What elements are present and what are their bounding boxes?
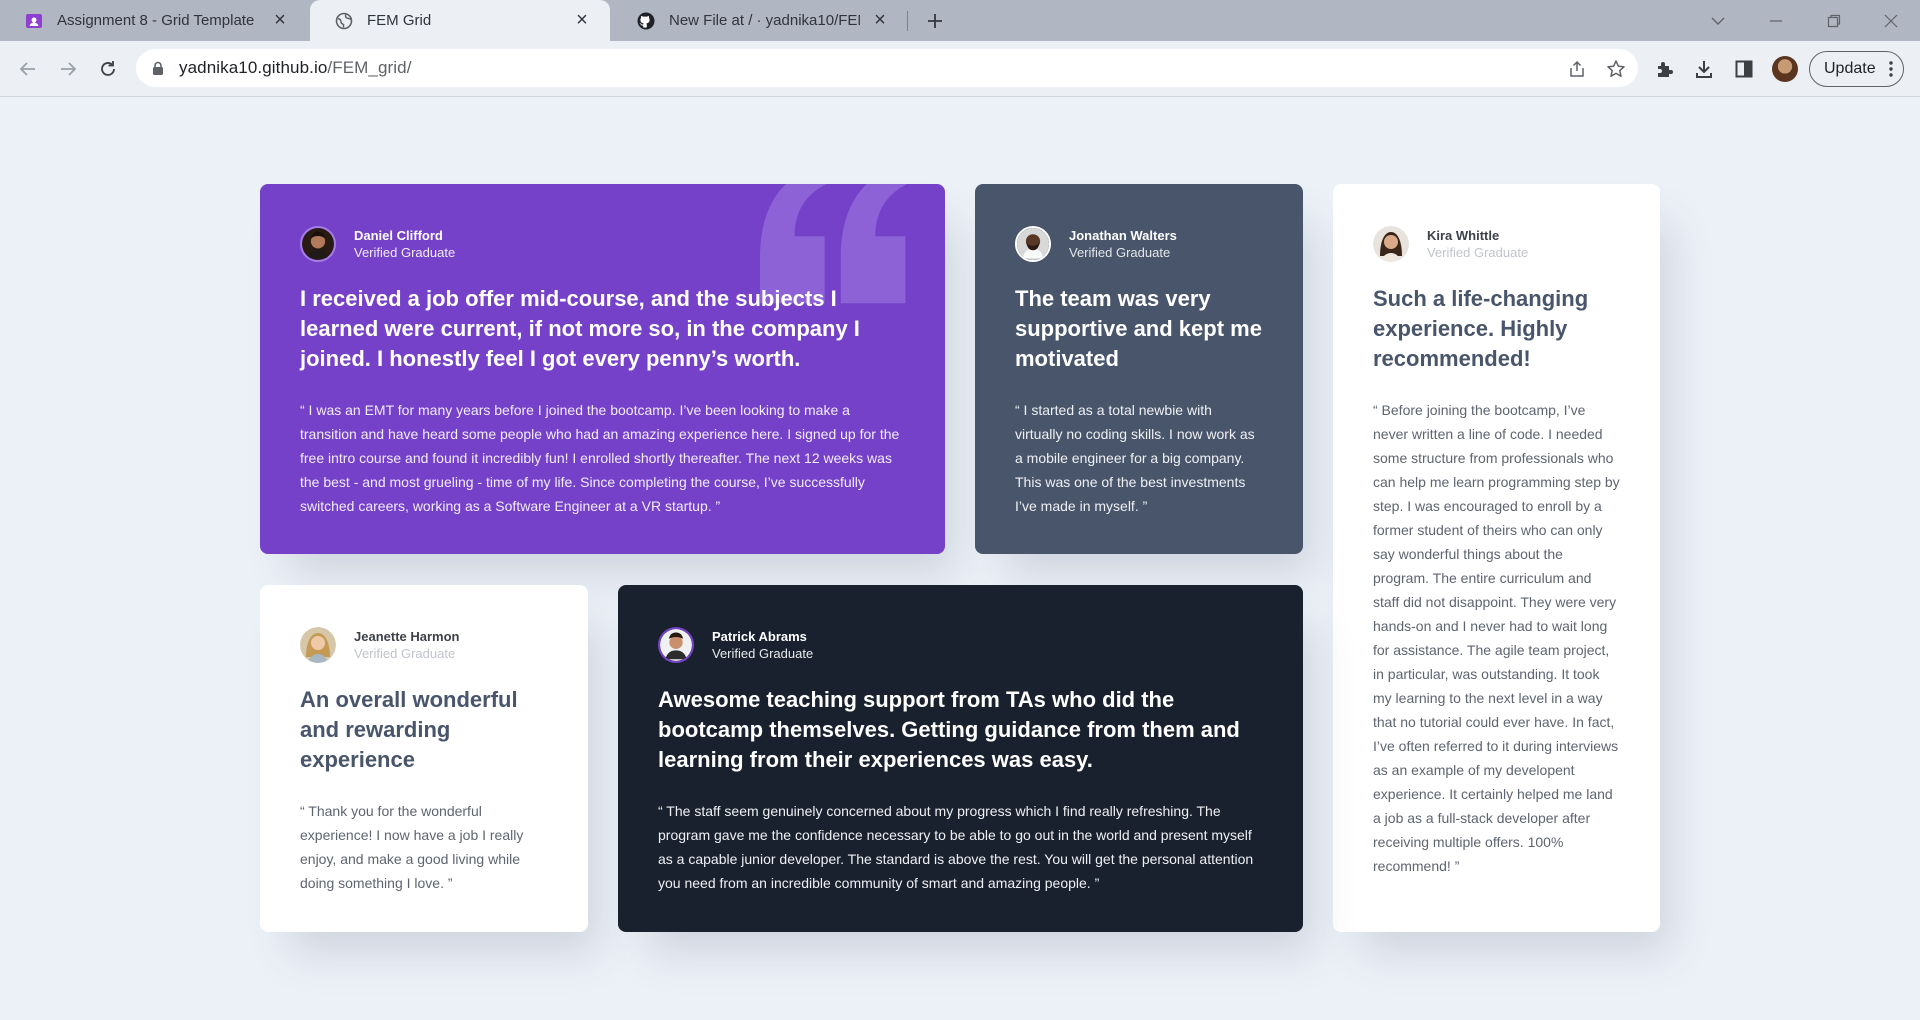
reload-button[interactable]: [93, 54, 123, 84]
testimonial-card-patrick: Patrick Abrams Verified Graduate Awesome…: [618, 585, 1303, 932]
close-icon: [1884, 14, 1898, 27]
testimonial-card-jeanette: Jeanette Harmon Verified Graduate An ove…: [260, 585, 588, 932]
testimonial-headline: I received a job offer mid-course, and t…: [300, 286, 860, 371]
avatar: [658, 627, 694, 663]
author-role: Verified Graduate: [712, 646, 814, 661]
chevron-down-icon: [1711, 17, 1725, 25]
profile-avatar[interactable]: [1772, 56, 1798, 82]
author-name: Jeanette Harmon: [354, 629, 460, 644]
back-button[interactable]: [13, 54, 43, 84]
tab-separator: [907, 11, 908, 31]
testimonial-quote: “ Thank you for the wonderful experience…: [300, 803, 524, 891]
tab-strip: Assignment 8 - Grid Template × FEM Grid …: [0, 0, 1920, 41]
forward-button[interactable]: [53, 54, 83, 84]
testimonial-headline: The team was very supportive and kept me…: [1015, 286, 1262, 371]
author-name: Patrick Abrams: [712, 629, 807, 644]
update-label: Update: [1824, 60, 1876, 77]
reload-icon: [101, 61, 115, 76]
tab-fem-grid[interactable]: FEM Grid ×: [310, 0, 610, 41]
testimonial-quote: “ I was an EMT for many years before I j…: [300, 402, 900, 514]
close-icon[interactable]: ×: [870, 9, 890, 31]
testimonial-card-daniel: Daniel Clifford Verified Graduate I rece…: [260, 184, 945, 554]
author: Daniel Clifford Verified Graduate: [300, 226, 905, 262]
avatar: [1015, 226, 1051, 262]
author: Patrick Abrams Verified Graduate: [658, 627, 1263, 663]
close-icon[interactable]: ×: [572, 9, 592, 31]
minimize-button[interactable]: [1753, 0, 1799, 41]
author-name: Jonathan Walters: [1069, 228, 1177, 243]
minimize-icon: [1770, 19, 1782, 22]
testimonial-headline: An overall wonderful and rewarding exper…: [300, 687, 518, 772]
share-icon[interactable]: [1566, 58, 1588, 80]
bookmark-star-icon[interactable]: [1605, 58, 1627, 80]
author-name: Kira Whittle: [1427, 228, 1500, 243]
download-icon[interactable]: [1692, 57, 1716, 81]
new-tab-button[interactable]: [922, 8, 948, 34]
testimonial-card-jonathan: Jonathan Walters Verified Graduate The t…: [975, 184, 1303, 554]
extensions-icon[interactable]: [1653, 57, 1677, 81]
testimonials-page: Daniel Clifford Verified Graduate I rece…: [0, 97, 1920, 1020]
testimonial-headline: Awesome teaching support from TAs who di…: [658, 687, 1240, 772]
author: Jeanette Harmon Verified Graduate: [300, 627, 548, 663]
globe-icon: [334, 11, 354, 31]
tab-assignment[interactable]: Assignment 8 - Grid Template ×: [0, 0, 308, 41]
testimonial-quote: “ I started as a total newbie with virtu…: [1015, 402, 1255, 514]
tab-title: New File at / · yadnika10/FEM_grid: [669, 12, 860, 29]
tab-title: Assignment 8 - Grid Template: [57, 12, 255, 29]
restore-icon: [1827, 14, 1841, 27]
browser-toolbar: yadnika10.github.io/FEM_grid/ Update: [0, 41, 1920, 97]
testimonial-quote: “ Before joining the bootcamp, I’ve neve…: [1373, 402, 1620, 874]
update-button[interactable]: Update: [1809, 51, 1904, 87]
side-panel-icon[interactable]: [1732, 57, 1756, 81]
arrow-left-icon: [19, 62, 35, 76]
avatar: [1373, 226, 1409, 262]
author-role: Verified Graduate: [1427, 245, 1529, 260]
author: Kira Whittle Verified Graduate: [1373, 226, 1620, 262]
arrow-right-icon: [61, 62, 77, 76]
testimonial-quote: “ The staff seem genuinely concerned abo…: [658, 803, 1254, 891]
plus-icon: [928, 14, 942, 28]
avatar: [300, 627, 336, 663]
author-role: Verified Graduate: [1069, 245, 1171, 260]
address-bar[interactable]: yadnika10.github.io/FEM_grid/: [136, 49, 1638, 87]
tab-title: FEM Grid: [367, 12, 432, 29]
author: Jonathan Walters Verified Graduate: [1015, 226, 1263, 262]
url-text: yadnika10.github.io/FEM_grid/: [179, 58, 412, 77]
close-window-button[interactable]: [1868, 0, 1914, 41]
restore-button[interactable]: [1811, 0, 1857, 41]
author-role: Verified Graduate: [354, 646, 456, 661]
classroom-icon: [24, 11, 44, 31]
tab-search-button[interactable]: [1695, 0, 1741, 41]
testimonial-card-kira: Kira Whittle Verified Graduate Such a li…: [1333, 184, 1660, 932]
author-role: Verified Graduate: [354, 245, 456, 260]
github-icon: [636, 11, 656, 31]
lock-icon[interactable]: [151, 60, 165, 76]
avatar: [300, 226, 336, 262]
close-icon[interactable]: ×: [270, 9, 290, 31]
author-name: Daniel Clifford: [354, 228, 443, 243]
testimonial-headline: Such a life-changing experience. Highly …: [1373, 286, 1589, 371]
more-vert-icon: [1889, 61, 1893, 77]
tab-github[interactable]: New File at / · yadnika10/FEM_grid ×: [612, 0, 908, 41]
